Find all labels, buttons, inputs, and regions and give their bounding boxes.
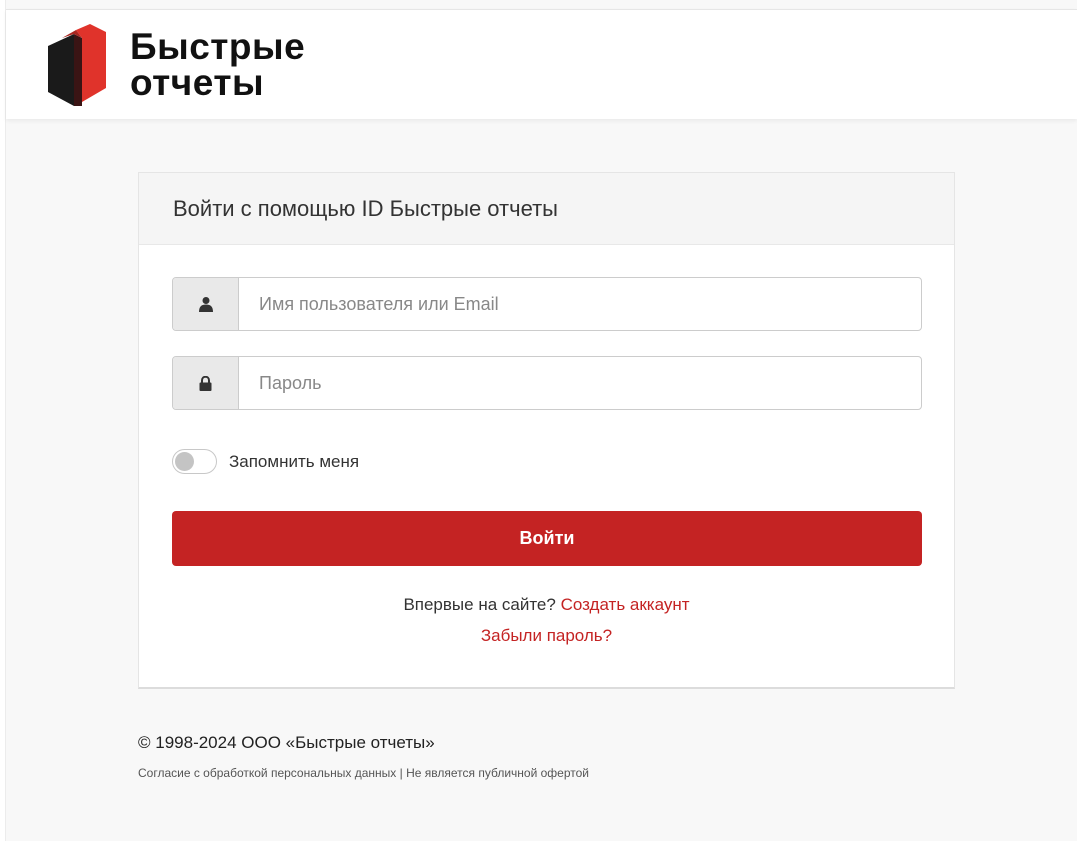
- password-group: [172, 356, 922, 410]
- username-group: [172, 277, 922, 331]
- register-line: Впервые на сайте? Создать аккаунт: [139, 595, 954, 615]
- remember-label: Запомнить меня: [229, 451, 360, 471]
- username-input[interactable]: [239, 278, 921, 330]
- password-input[interactable]: [239, 357, 921, 409]
- site-header: Быстрые отчеты: [6, 9, 1077, 119]
- window-edge: [0, 0, 6, 841]
- remember-toggle[interactable]: [172, 449, 217, 474]
- toggle-knob: [175, 452, 194, 471]
- login-card: Войти с помощью ID Быстрые отчеты Имя по…: [138, 172, 955, 689]
- login-button[interactable]: Войти: [172, 511, 922, 566]
- logo-text-line1: Быстрые: [130, 26, 306, 67]
- remember-me[interactable]: Запомнить меня: [172, 449, 359, 474]
- password-addon: [173, 357, 239, 409]
- lock-icon: [199, 375, 212, 391]
- login-title: Войти с помощью ID Быстрые отчеты: [173, 195, 558, 221]
- consent-link[interactable]: Согласие с обработкой персональных данны…: [138, 766, 396, 780]
- forgot-password-link[interactable]: Забыли пароль?: [481, 626, 612, 645]
- login-page: Быстрые отчеты Войти с помощью ID Быстры…: [0, 0, 1077, 841]
- logo-cube-icon: [48, 24, 106, 106]
- login-card-header: Войти с помощью ID Быстрые отчеты: [139, 173, 954, 245]
- username-addon: [173, 278, 239, 330]
- forgot-line: Забыли пароль?: [139, 626, 954, 646]
- logo-text: Быстрые отчеты: [130, 26, 306, 103]
- user-icon: [198, 297, 213, 312]
- create-account-link[interactable]: Создать аккаунт: [561, 595, 690, 614]
- site-footer: © 1998-2024 ООО «Быстрые отчеты» Согласи…: [138, 733, 658, 785]
- offer-note: Не является публичной офертой: [406, 766, 589, 780]
- footer-legal: Согласие с обработкой персональных данны…: [138, 761, 618, 785]
- logo-text-line2: отчеты: [130, 62, 265, 103]
- copyright: © 1998-2024 ООО «Быстрые отчеты»: [138, 733, 435, 752]
- logo-link[interactable]: Быстрые отчеты: [48, 24, 305, 106]
- register-prompt: Впервые на сайте?: [403, 595, 556, 614]
- footer-separator: |: [399, 766, 403, 780]
